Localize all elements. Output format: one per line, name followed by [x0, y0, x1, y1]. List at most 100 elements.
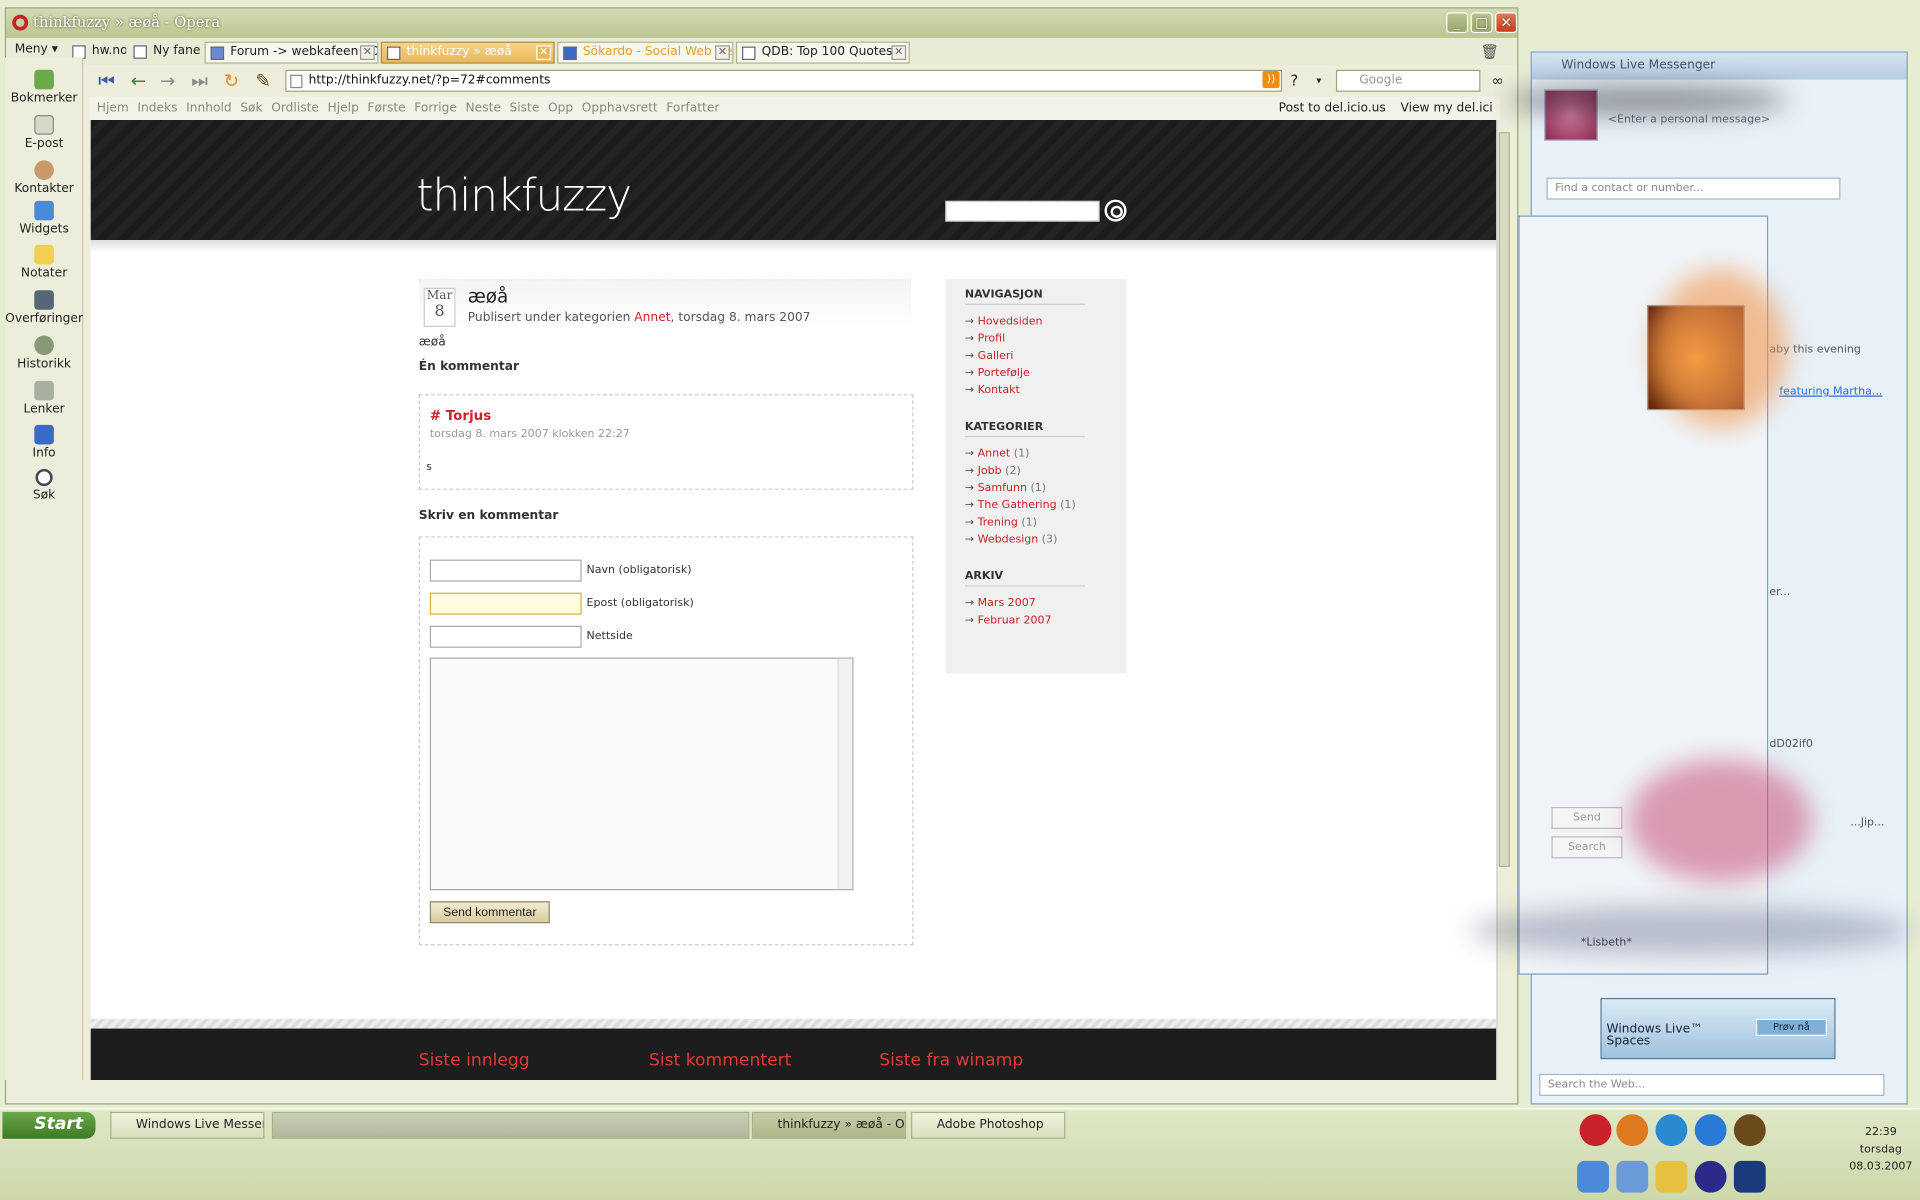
- site-search-input[interactable]: [945, 200, 1100, 222]
- category-link[interactable]: Annet: [634, 311, 670, 324]
- clock[interactable]: 22:39 torsdag 08.03.2007: [1844, 1124, 1917, 1175]
- trash-icon[interactable]: 🗑: [1480, 43, 1499, 60]
- nav-link[interactable]: Forfatter: [666, 102, 719, 115]
- post-title[interactable]: æøå: [468, 285, 509, 307]
- globe-icon[interactable]: [1694, 1160, 1727, 1193]
- category-item[interactable]: Trening (1): [965, 517, 1076, 534]
- sidebar-item-notes[interactable]: Notater: [5, 244, 83, 280]
- send-button[interactable]: Send: [1551, 806, 1623, 829]
- category-item[interactable]: Webdesign (3): [965, 534, 1076, 551]
- nav-item[interactable]: Galleri: [965, 350, 1043, 367]
- fast-forward-icon[interactable]: ⏭: [190, 71, 210, 91]
- site-logo[interactable]: thinkfuzzy: [416, 171, 632, 221]
- tab-forum[interactable]: Forum -> webkafeen - Di...✕: [204, 41, 379, 64]
- ie7-icon[interactable]: [1694, 1114, 1727, 1147]
- ie-icon[interactable]: [1655, 1114, 1688, 1147]
- forward-icon[interactable]: →: [158, 71, 178, 91]
- tab-close-icon[interactable]: ✕: [891, 45, 907, 61]
- category-item[interactable]: Jobb (2): [965, 465, 1076, 482]
- close-button[interactable]: ✕: [1495, 12, 1518, 34]
- nav-link[interactable]: Søk: [240, 102, 262, 115]
- textarea-scrollbar[interactable]: [837, 658, 853, 889]
- maximize-button[interactable]: □: [1470, 12, 1493, 34]
- nav-item[interactable]: Portefølje: [965, 367, 1043, 384]
- spaces-ad[interactable]: Windows Live™ Spaces Prøv nå: [1600, 997, 1836, 1060]
- search-button[interactable]: Search: [1551, 836, 1623, 859]
- tab-thinkfuzzy[interactable]: thinkfuzzy » æøå ✕: [380, 41, 555, 64]
- find-contact-input[interactable]: Find a contact or number...: [1546, 177, 1841, 200]
- taskbar-messenger[interactable]: Windows Live Messen...: [110, 1111, 265, 1139]
- delicious-view-link[interactable]: View my del.ici: [1401, 102, 1493, 115]
- menu-button[interactable]: Meny ▾: [15, 43, 58, 56]
- taskbar-opera[interactable]: thinkfuzzy » æøå - O...: [751, 1111, 907, 1139]
- tab-close-icon[interactable]: ✕: [536, 45, 552, 61]
- minimize-button[interactable]: _: [1446, 12, 1469, 34]
- try-now-button[interactable]: Prøv nå: [1755, 1018, 1827, 1036]
- tab-qdb[interactable]: QDB: Top 100 Quotes ✕: [735, 41, 910, 64]
- rss-icon[interactable]: )): [1262, 71, 1280, 89]
- website-field[interactable]: [429, 625, 582, 648]
- archive-item[interactable]: Februar 2007: [965, 615, 1052, 632]
- message-link[interactable]: featuring Martha...: [1779, 386, 1882, 398]
- nav-link[interactable]: Indeks: [137, 102, 177, 115]
- reload-icon[interactable]: ↻: [222, 71, 242, 91]
- nav-link[interactable]: Ordliste: [271, 102, 319, 115]
- footer-latest-comments[interactable]: Sist kommentert: [649, 1051, 791, 1071]
- help-icon[interactable]: ?: [1285, 71, 1305, 91]
- nav-item[interactable]: Hovedsiden: [965, 316, 1043, 333]
- sidebar-item-widgets[interactable]: Widgets: [5, 200, 83, 236]
- winamp-icon[interactable]: [1733, 1114, 1766, 1147]
- category-item[interactable]: Annet (1): [965, 448, 1076, 465]
- submit-comment-button[interactable]: Send kommentar: [429, 901, 550, 924]
- tab-sokardo[interactable]: Sökardo - Social Web De... ✕: [557, 41, 734, 64]
- comment-textarea[interactable]: [429, 657, 854, 891]
- back-icon[interactable]: ←: [129, 71, 149, 91]
- sidebar-item-links[interactable]: Lenker: [5, 380, 83, 416]
- web-search-input[interactable]: Search the Web...: [1539, 1073, 1885, 1096]
- search-icon[interactable]: [1104, 199, 1127, 222]
- delicious-post-link[interactable]: Post to del.icio.us: [1279, 102, 1386, 115]
- zoom-icon[interactable]: ∞: [1488, 71, 1508, 91]
- sidebar-item-contacts[interactable]: Kontakter: [5, 160, 83, 196]
- nav-link[interactable]: Opp: [548, 102, 573, 115]
- nav-link[interactable]: Innhold: [186, 102, 232, 115]
- nav-link[interactable]: Neste: [466, 102, 501, 115]
- footer-winamp[interactable]: Siste fra winamp: [879, 1051, 1023, 1071]
- sidebar-item-info[interactable]: Info: [5, 424, 83, 460]
- email-field[interactable]: [429, 592, 582, 615]
- nav-link[interactable]: Hjem: [97, 102, 129, 115]
- sidebar-item-mail[interactable]: E-post: [5, 115, 83, 151]
- nav-item[interactable]: Kontakt: [965, 384, 1043, 401]
- taskbar-photoshop[interactable]: Adobe Photoshop: [911, 1111, 1066, 1139]
- outlook-icon[interactable]: [1577, 1160, 1609, 1193]
- photoshop-icon[interactable]: [1733, 1160, 1766, 1193]
- nav-link[interactable]: Opphavsrett: [582, 102, 658, 115]
- archive-item[interactable]: Mars 2007: [965, 598, 1052, 615]
- category-item[interactable]: Samfunn (1): [965, 482, 1076, 499]
- tab-close-icon[interactable]: ✕: [715, 45, 730, 61]
- folder-icon[interactable]: [1655, 1160, 1688, 1193]
- firefox-icon[interactable]: [1616, 1114, 1649, 1147]
- category-item[interactable]: The Gathering (1): [965, 500, 1076, 517]
- footer-latest-posts[interactable]: Siste innlegg: [419, 1051, 530, 1071]
- tab-close-icon[interactable]: ✕: [360, 45, 375, 61]
- rewind-icon[interactable]: ⏮: [97, 71, 117, 91]
- name-field[interactable]: [429, 559, 582, 582]
- nav-link[interactable]: Hjelp: [328, 102, 359, 115]
- opera-icon[interactable]: [1579, 1114, 1612, 1147]
- taskbar-blurred[interactable]: [271, 1111, 750, 1139]
- nav-link[interactable]: Siste: [510, 102, 540, 115]
- sidebar-item-transfers[interactable]: Overføringer: [5, 290, 83, 326]
- nav-link[interactable]: Forrige: [414, 102, 457, 115]
- sidebar-item-history[interactable]: Historikk: [5, 335, 83, 371]
- bookmark-new-tab[interactable]: Ny fane: [129, 42, 202, 64]
- app-icon[interactable]: [1616, 1160, 1649, 1193]
- start-button[interactable]: Start: [2, 1111, 96, 1139]
- nav-item[interactable]: Profil: [965, 333, 1043, 350]
- personal-message[interactable]: <Enter a personal message>: [1608, 114, 1770, 126]
- url-input[interactable]: http://thinkfuzzy.net/?p=72#comments: [285, 69, 1283, 92]
- dropdown-icon[interactable]: ▾: [1309, 71, 1329, 91]
- comment-author[interactable]: # Torjus: [430, 408, 492, 424]
- sidebar-item-search[interactable]: Søk: [5, 468, 83, 502]
- search-input[interactable]: Google: [1335, 69, 1481, 92]
